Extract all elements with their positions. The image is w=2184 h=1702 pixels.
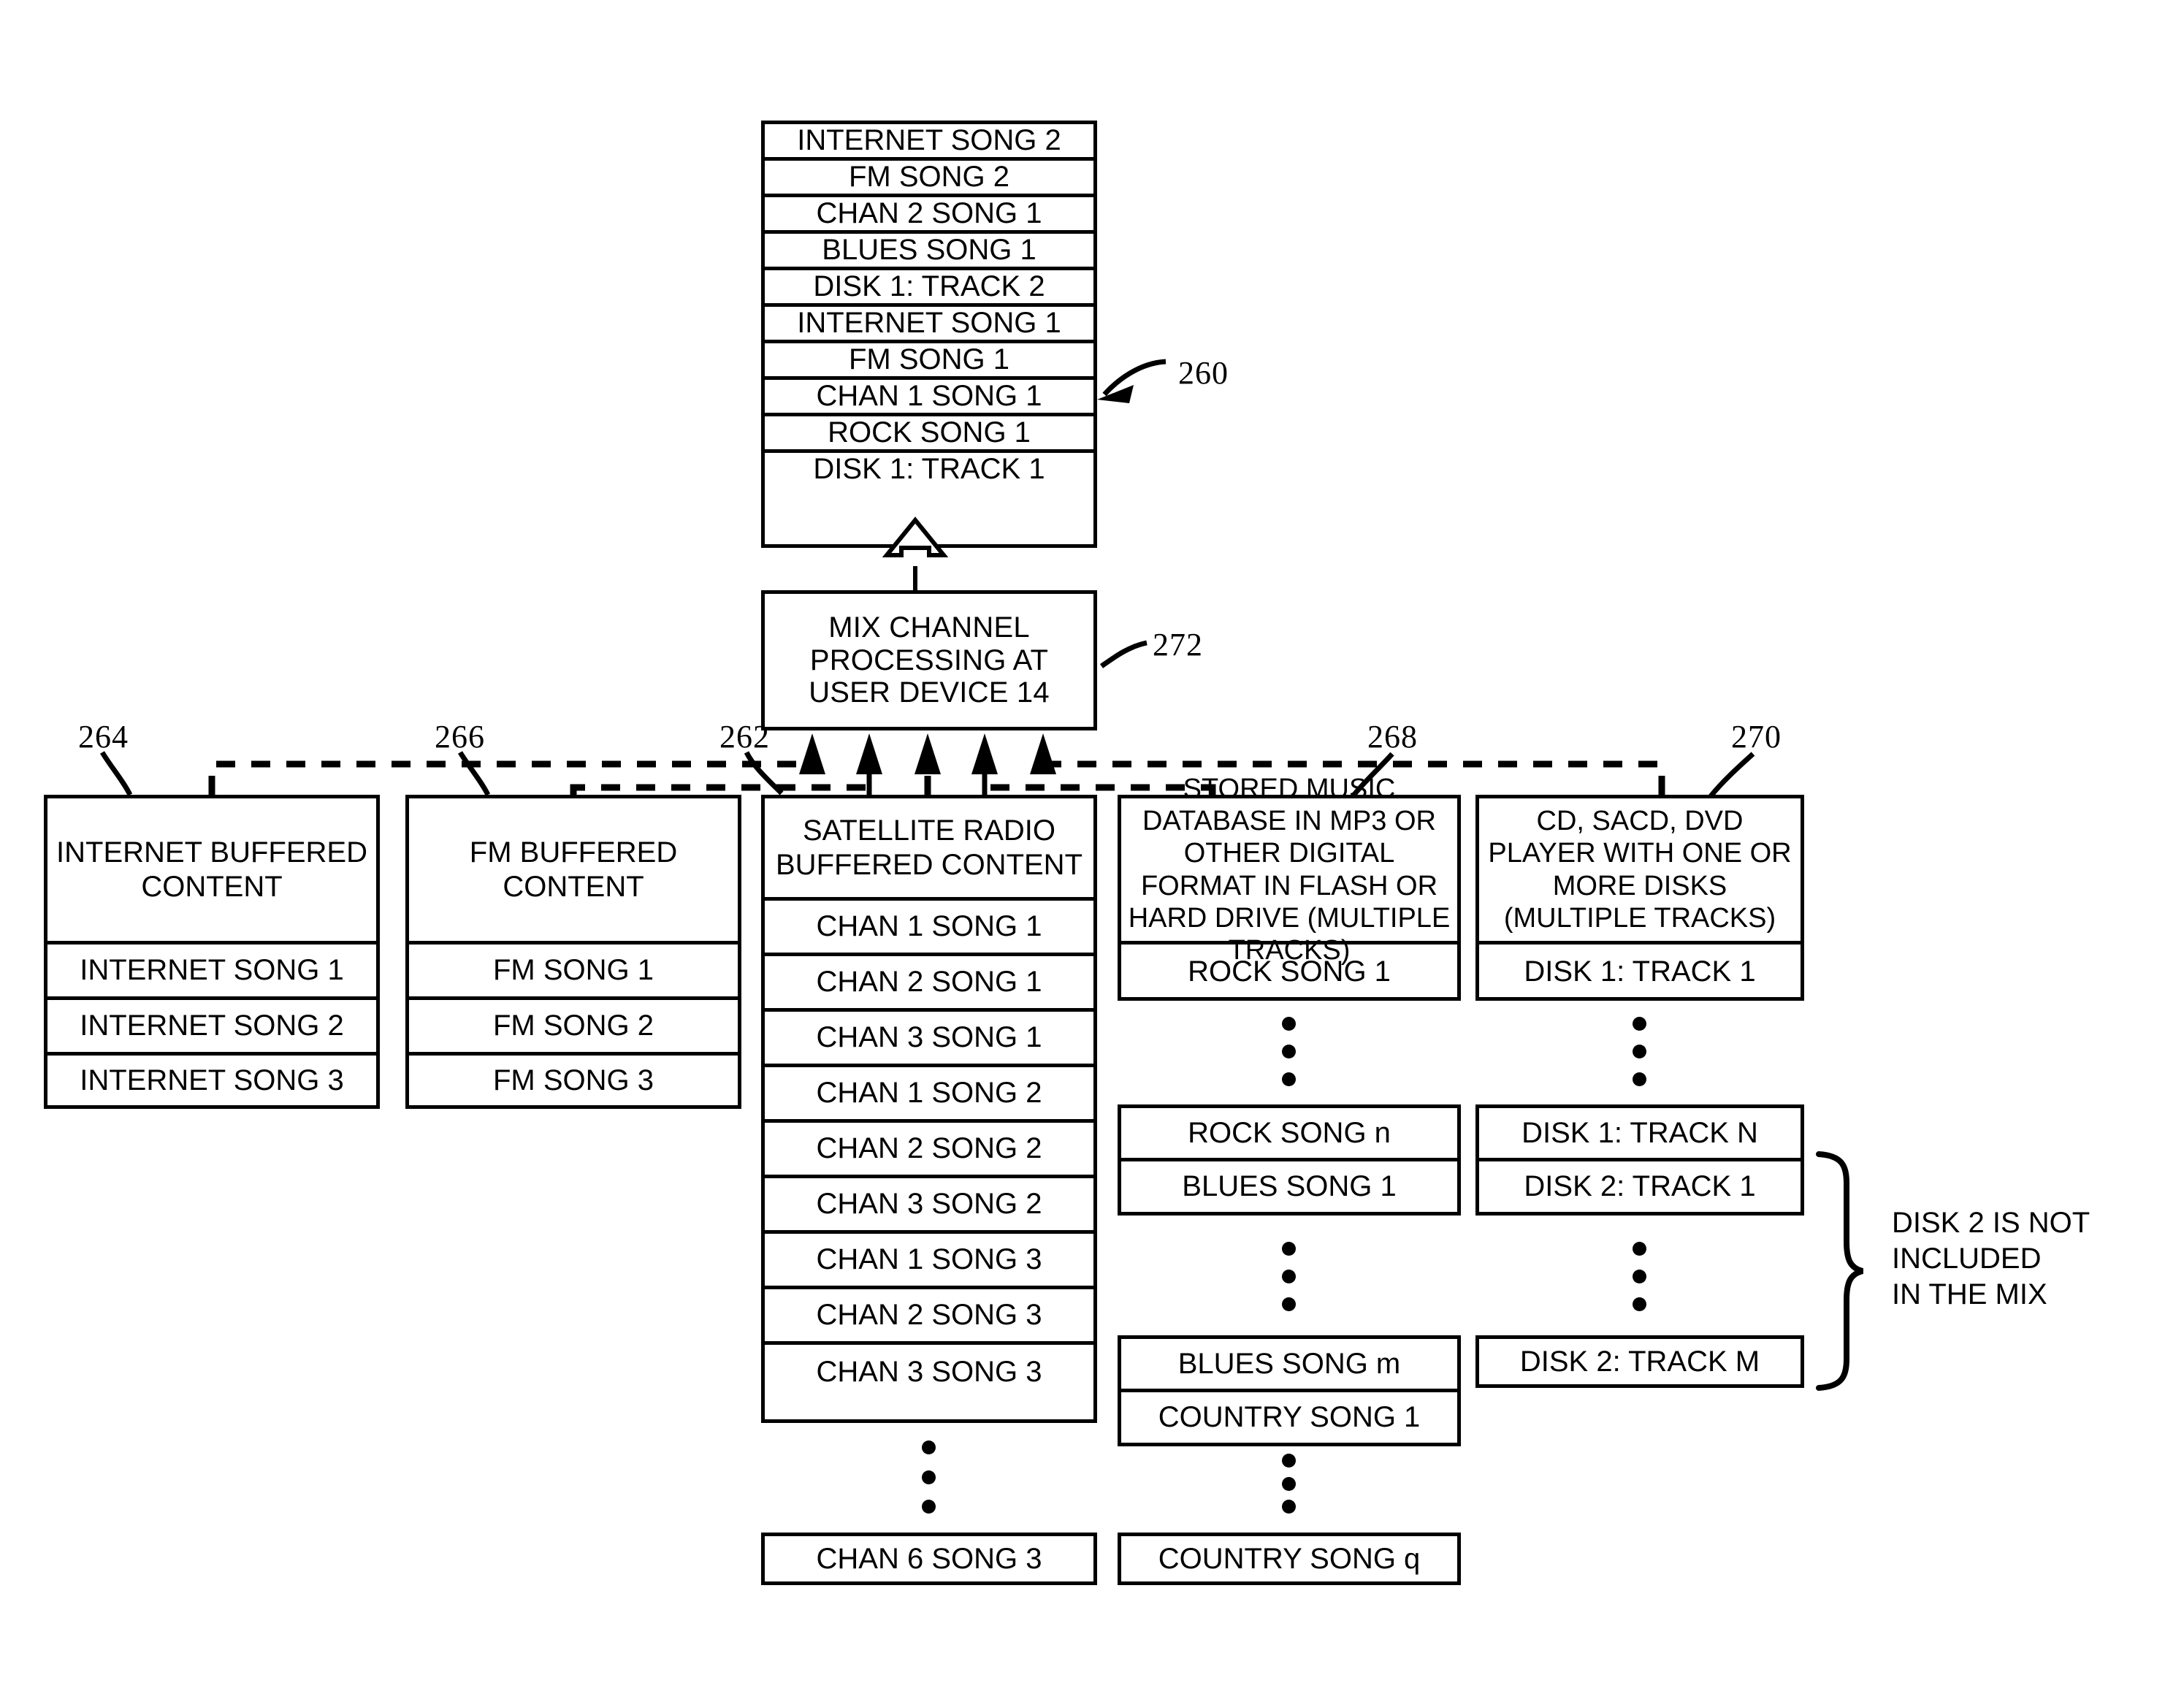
mix-output-row: BLUES SONG 1 (765, 234, 1093, 270)
disk2-exclusion-note: DISK 2 IS NOT INCLUDED IN THE MIX (1892, 1207, 2091, 1310)
disc-player-box: CD, SACD, DVD PLAYER WITH ONE OR MORE DI… (1475, 795, 1804, 1001)
reference-numeral-266: 266 (435, 719, 485, 755)
reference-numeral-270: 270 (1731, 719, 1782, 755)
internet-song-row: INTERNET SONG 1 (47, 945, 376, 1000)
mix-output-row: INTERNET SONG 2 (765, 124, 1093, 161)
fm-song-row: FM SONG 2 (409, 1000, 738, 1056)
satellite-radio-buffered-content-box: SATELLITE RADIO BUFFERED CONTENT CHAN 1 … (761, 795, 1097, 1423)
mix-channel-processing-box: MIX CHANNEL PROCESSING AT USER DEVICE 14 (761, 590, 1097, 730)
leader-260-arrowhead (1097, 385, 1134, 403)
disc-track-row: DISK 1: TRACK N (1479, 1108, 1801, 1161)
leader-272 (1099, 640, 1148, 668)
satellite-song-row: CHAN 3 SONG 2 (765, 1178, 1093, 1234)
satellite-song-row: CHAN 2 SONG 3 (765, 1289, 1093, 1345)
mix-channel-processing-label: MIX CHANNEL PROCESSING AT USER DEVICE 14 (809, 611, 1050, 709)
satellite-song-row: CHAN 2 SONG 1 (765, 956, 1093, 1012)
fm-buffered-content-box: FM BUFFERED CONTENT FM SONG 1 FM SONG 2 … (405, 795, 741, 1109)
reference-numeral-268: 268 (1367, 719, 1418, 755)
stored-music-row: BLUES SONG m (1121, 1339, 1457, 1392)
dashed-connector-fm (570, 784, 869, 795)
reference-numeral-260: 260 (1178, 355, 1229, 391)
mix-output-row: FM SONG 1 (765, 343, 1093, 380)
disc-track-tail-row: DISK 2: TRACK M (1475, 1335, 1804, 1388)
disc-ellipsis-icon (1633, 1242, 1646, 1311)
disc-player-title: CD, SACD, DVD PLAYER WITH ONE OR MORE DI… (1479, 798, 1801, 945)
leader-270 (1708, 752, 1755, 798)
internet-buffered-content-box: INTERNET BUFFERED CONTENT INTERNET SONG … (44, 795, 380, 1109)
satellite-song-row: CHAN 3 SONG 1 (765, 1012, 1093, 1067)
leader-264 (99, 751, 133, 796)
mix-output-row: DISK 1: TRACK 1 (813, 453, 1045, 485)
leader-260 (1102, 359, 1167, 397)
mix-output-row: ROCK SONG 1 (765, 416, 1093, 453)
stored-music-row: COUNTRY SONG 1 (1158, 1401, 1421, 1433)
stored-music-ellipsis-icon (1282, 1242, 1296, 1311)
satellite-radio-buffered-content-title: SATELLITE RADIO BUFFERED CONTENT (765, 798, 1093, 901)
reference-numeral-264: 264 (78, 719, 129, 755)
disk2-brace-icon (1816, 1151, 1864, 1391)
stored-music-ellipsis-icon (1282, 1017, 1296, 1086)
internet-buffered-content-title: INTERNET BUFFERED CONTENT (47, 798, 376, 945)
mix-output-list: INTERNET SONG 2 FM SONG 2 CHAN 2 SONG 1 … (761, 121, 1097, 548)
satellite-song-row: CHAN 1 SONG 1 (765, 901, 1093, 956)
stored-music-group-blues-country: BLUES SONG m COUNTRY SONG 1 (1118, 1335, 1461, 1446)
mix-output-row: CHAN 2 SONG 1 (765, 197, 1093, 234)
stored-music-group-rock-blues: ROCK SONG n BLUES SONG 1 (1118, 1104, 1461, 1216)
internet-song-row: INTERNET SONG 3 (80, 1064, 344, 1096)
disc-ellipsis-icon (1633, 1017, 1646, 1086)
disc-track-row: DISK 2: TRACK 1 (1524, 1170, 1756, 1202)
mix-output-row: CHAN 1 SONG 1 (765, 380, 1093, 416)
satellite-song-tail-row: CHAN 6 SONG 3 (761, 1533, 1097, 1585)
satellite-song-row: CHAN 1 SONG 3 (765, 1234, 1093, 1289)
mix-output-row: DISK 1: TRACK 2 (765, 270, 1093, 307)
fm-song-row: FM SONG 1 (409, 945, 738, 1000)
stored-music-row: BLUES SONG 1 (1182, 1170, 1397, 1202)
satellite-song-row: CHAN 3 SONG 3 (816, 1355, 1042, 1388)
leader-266 (457, 751, 491, 796)
dashed-connector-internet (208, 760, 816, 795)
satellite-ellipsis-icon (922, 1440, 936, 1514)
disc-track-row: DISK 1: TRACK 1 (1524, 955, 1756, 988)
stored-music-row: ROCK SONG n (1121, 1108, 1457, 1161)
reference-numeral-262: 262 (719, 719, 770, 755)
fm-song-row: FM SONG 3 (492, 1064, 654, 1096)
satellite-song-row: CHAN 2 SONG 2 (765, 1123, 1093, 1178)
fm-buffered-content-title: FM BUFFERED CONTENT (409, 798, 738, 945)
processor-input-arrows (799, 733, 1056, 795)
reference-numeral-272: 272 (1153, 627, 1203, 663)
satellite-song-row: CHAN 1 SONG 2 (765, 1067, 1093, 1123)
internet-song-row: INTERNET SONG 2 (47, 1000, 376, 1056)
mix-output-row: FM SONG 2 (765, 161, 1093, 197)
disc-group-disk1n-disk2t1: DISK 1: TRACK N DISK 2: TRACK 1 (1475, 1104, 1804, 1216)
leader-262 (744, 751, 784, 795)
mix-output-row: INTERNET SONG 1 (765, 307, 1093, 343)
stored-music-tail-row: COUNTRY SONG q (1118, 1533, 1461, 1585)
patent-figure: INTERNET SONG 2 FM SONG 2 CHAN 2 SONG 1 … (0, 0, 2184, 1702)
stored-music-database-box: STORED MUSIC DATABASE IN MP3 OR OTHER DI… (1118, 774, 1461, 1001)
stored-music-database-title: STORED MUSIC DATABASE IN MP3 OR OTHER DI… (1121, 774, 1457, 966)
stored-music-ellipsis-icon (1282, 1454, 1296, 1514)
